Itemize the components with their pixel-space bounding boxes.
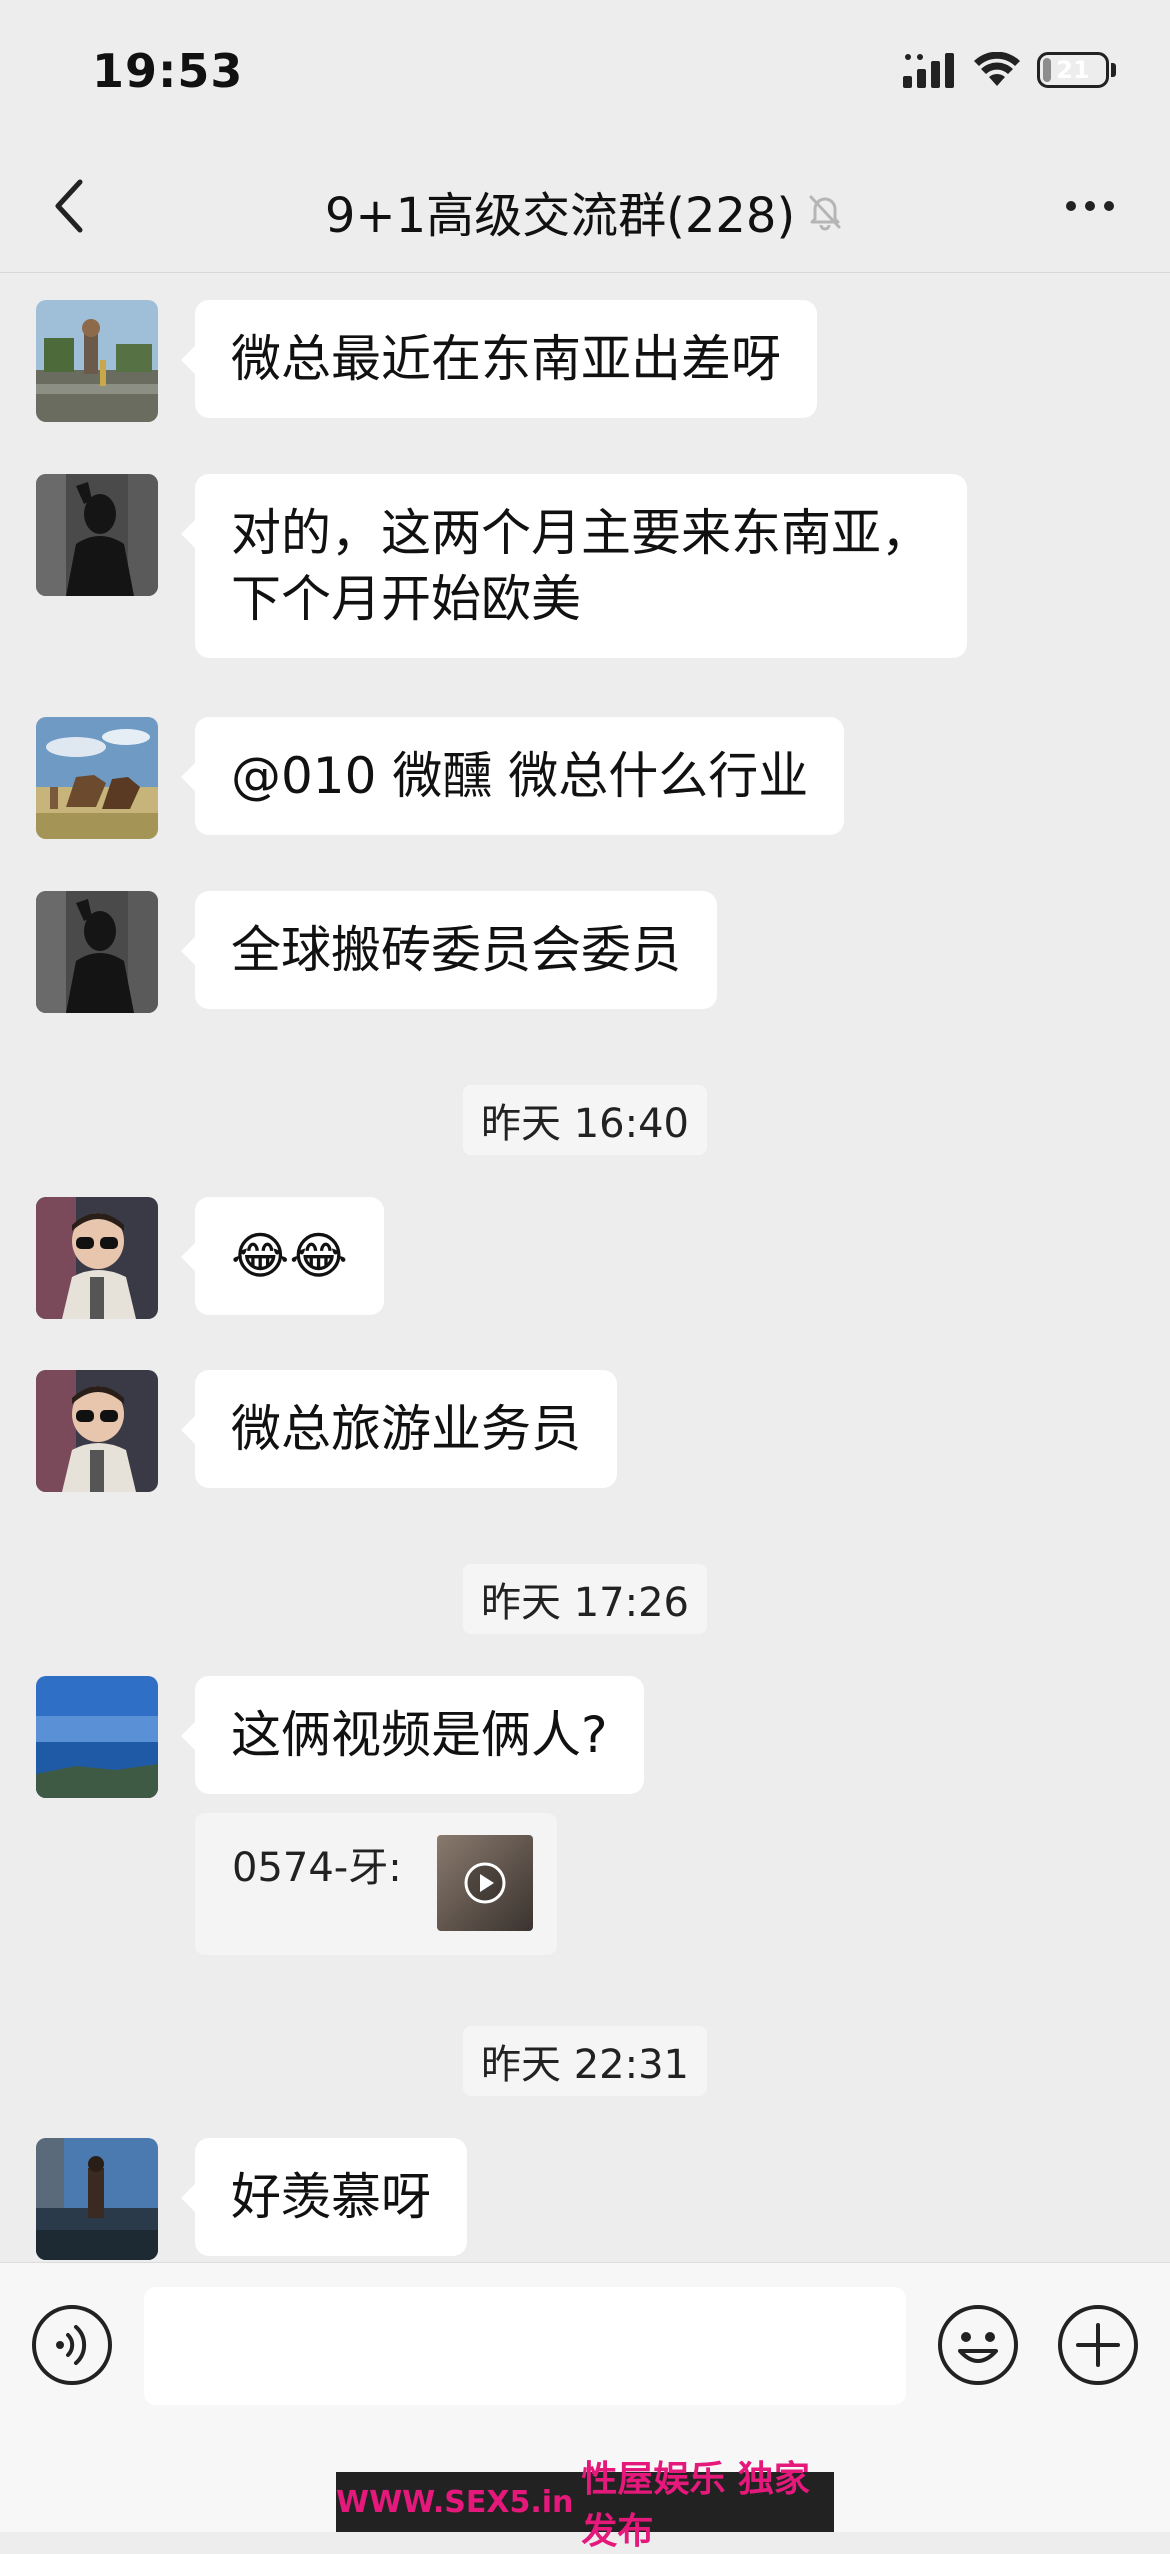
- status-bar: 19:53 21: [0, 0, 1170, 140]
- timestamp: 昨天 16:40: [0, 1085, 1170, 1155]
- voice-icon: [32, 2305, 112, 2385]
- wifi-icon: [974, 52, 1020, 86]
- battery-level: 21: [1056, 56, 1090, 84]
- message-bubble[interactable]: 对的，这两个月主要来东南亚， 下个月开始欧美: [181, 474, 967, 658]
- emoji-button[interactable]: [936, 2303, 1020, 2391]
- message-bubble[interactable]: @010 微醺 微总什么行业: [180, 717, 845, 835]
- message-bubble[interactable]: 好羡慕呀: [181, 2138, 467, 2256]
- avatar[interactable]: [36, 1370, 158, 1492]
- battery-icon: 21: [1037, 52, 1109, 88]
- avatar[interactable]: [36, 1676, 158, 1798]
- avatar[interactable]: [36, 717, 158, 839]
- smiley-icon: [938, 2305, 1018, 2385]
- message-bubble[interactable]: 😂😂: [181, 1197, 384, 1315]
- timestamp-label: 昨天 22:31: [463, 2026, 707, 2096]
- status-icons: 21: [903, 52, 1116, 88]
- message-bubble[interactable]: 微总最近在东南亚出差呀: [181, 300, 817, 418]
- voice-input-button[interactable]: [30, 2303, 114, 2391]
- chat-header: 9+1高级交流群(228): [0, 140, 1170, 273]
- avatar[interactable]: [36, 891, 158, 1013]
- chat-title: 9+1高级交流群(228): [324, 188, 796, 244]
- timestamp-label: 昨天 17:26: [463, 1564, 707, 1634]
- play-icon: [464, 1862, 506, 1904]
- child-sunglasses-photo-avatar: [36, 1370, 158, 1492]
- cellular-signal-icon: [903, 53, 954, 88]
- more-dot-icon: [1066, 201, 1076, 211]
- watermark-text: 性屋娱乐 独家发布: [581, 2459, 810, 2552]
- message-bubble[interactable]: 微总旅游业务员: [181, 1370, 617, 1488]
- quoted-video-card[interactable]: 0574-牙:: [195, 1813, 557, 1955]
- avatar[interactable]: [36, 300, 158, 422]
- avatar[interactable]: [36, 2138, 158, 2260]
- more-options-button[interactable]: [1050, 176, 1130, 236]
- sea-photo-avatar: [36, 1676, 158, 1798]
- chat-title-group: 9+1高级交流群(228): [0, 176, 1170, 246]
- more-dot-icon: [1104, 201, 1114, 211]
- status-time: 19:53: [92, 44, 244, 98]
- watermark-url: WWW.SEX5.in: [336, 2484, 574, 2520]
- message-input[interactable]: [144, 2287, 906, 2405]
- input-toolbar: [0, 2262, 1170, 2421]
- message-list[interactable]: 微总最近在东南亚出差呀 对的，这两个月主要来东南亚， 下个月开始欧美 @010 …: [0, 273, 1170, 2261]
- silhouette-photo-avatar: [36, 474, 158, 596]
- lake-photo-avatar: [36, 2138, 158, 2260]
- watermark-banner: WWW.SEX5.in 性屋娱乐 独家发布: [336, 2459, 834, 2552]
- plus-icon: [1058, 2305, 1138, 2385]
- mute-bell-icon: [809, 195, 841, 231]
- quote-sender: 0574-牙:: [232, 1845, 402, 1891]
- timestamp: 昨天 22:31: [0, 2026, 1170, 2096]
- horses-photo-avatar: [36, 717, 158, 839]
- silhouette-photo-avatar: [36, 891, 158, 1013]
- street-photo-avatar: [36, 300, 158, 422]
- battery-fill: [1043, 58, 1051, 82]
- timestamp-label: 昨天 16:40: [463, 1085, 707, 1155]
- message-bubble[interactable]: 全球搬砖委员会委员: [181, 891, 717, 1009]
- child-sunglasses-photo-avatar: [36, 1197, 158, 1319]
- video-thumbnail[interactable]: [437, 1835, 533, 1931]
- more-actions-button[interactable]: [1056, 2303, 1140, 2391]
- message-bubble[interactable]: 这俩视频是俩人?: [181, 1676, 644, 1794]
- timestamp: 昨天 17:26: [0, 1564, 1170, 1634]
- battery-cap: [1111, 63, 1116, 77]
- more-dot-icon: [1085, 201, 1095, 211]
- avatar[interactable]: [36, 1197, 158, 1319]
- avatar[interactable]: [36, 474, 158, 596]
